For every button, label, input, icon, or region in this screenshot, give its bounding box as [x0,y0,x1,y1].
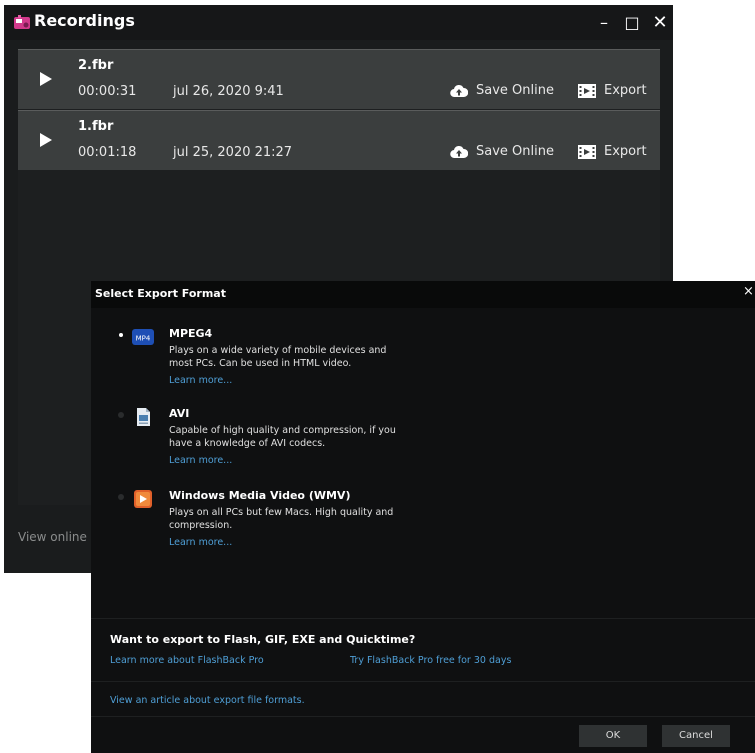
recording-name: 2.fbr [78,58,114,73]
format-name: MPEG4 [169,327,213,340]
cancel-button[interactable]: Cancel [662,725,730,747]
format-description: Plays on all PCs but few Macs. High qual… [169,507,394,531]
promo-heading: Want to export to Flash, GIF, EXE and Qu… [110,633,416,646]
play-icon[interactable] [40,72,52,86]
format-option-mpeg4[interactable]: MP4 MPEG4 Plays on a wide variety of mob… [91,325,755,399]
dialog-close-button[interactable]: × [743,284,754,299]
mp4-icon: MP4 [132,329,154,345]
flashback-app-icon [14,15,30,29]
format-option-avi[interactable]: AVI Capable of high quality and compress… [91,405,755,479]
recording-date: jul 25, 2020 21:27 [173,145,293,160]
learn-more-link[interactable]: Learn more... [169,537,232,548]
divider [91,618,755,619]
radio-unselected[interactable] [118,494,124,500]
recording-date: jul 26, 2020 9:41 [173,84,284,99]
film-export-icon [578,145,596,159]
export-label: Export [604,144,647,159]
title-bar: Recordings – □ ✕ [4,5,673,40]
minimize-button[interactable]: – [590,10,618,36]
save-online-label: Save Online [476,83,554,98]
ok-button[interactable]: OK [579,725,647,747]
format-name: AVI [169,407,190,420]
mp4-icon-label: MP4 [136,335,151,343]
learn-more-link[interactable]: Learn more... [169,455,232,466]
format-description: Capable of high quality and compression,… [169,425,396,449]
wmv-icon [134,490,152,508]
radio-unselected[interactable] [118,412,124,418]
try-pro-link[interactable]: Try FlashBack Pro free for 30 days [350,655,511,666]
film-export-icon [578,84,596,98]
dialog-title-bar: Select Export Format × [91,281,755,308]
learn-pro-link[interactable]: Learn more about FlashBack Pro [110,655,264,666]
divider [91,716,755,717]
export-label: Export [604,83,647,98]
cloud-upload-icon [450,84,468,98]
cloud-upload-icon [450,145,468,159]
export-article-link[interactable]: View an article about export file format… [110,695,305,706]
maximize-button[interactable]: □ [618,10,646,36]
recording-row[interactable]: 1.fbr 00:01:18 jul 25, 2020 21:27 Save O… [18,110,660,170]
divider [91,681,755,682]
recording-duration: 00:01:18 [78,145,137,160]
recording-row[interactable]: 2.fbr 00:00:31 jul 26, 2020 9:41 Save On… [18,49,660,109]
play-icon[interactable] [40,133,52,147]
save-online-label: Save Online [476,144,554,159]
avi-file-icon [137,408,150,426]
recording-name: 1.fbr [78,119,114,134]
radio-selected[interactable] [119,333,123,337]
dialog-title: Select Export Format [95,287,226,300]
window-title: Recordings [34,11,135,30]
format-description: Plays on a wide variety of mobile device… [169,345,387,369]
format-option-wmv[interactable]: Windows Media Video (WMV) Plays on all P… [91,487,755,561]
format-name: Windows Media Video (WMV) [169,489,351,502]
export-format-dialog: Select Export Format × MP4 MPEG4 Plays o… [91,281,755,753]
learn-more-link[interactable]: Learn more... [169,375,232,386]
close-button[interactable]: ✕ [646,10,674,36]
recording-duration: 00:00:31 [78,84,137,99]
